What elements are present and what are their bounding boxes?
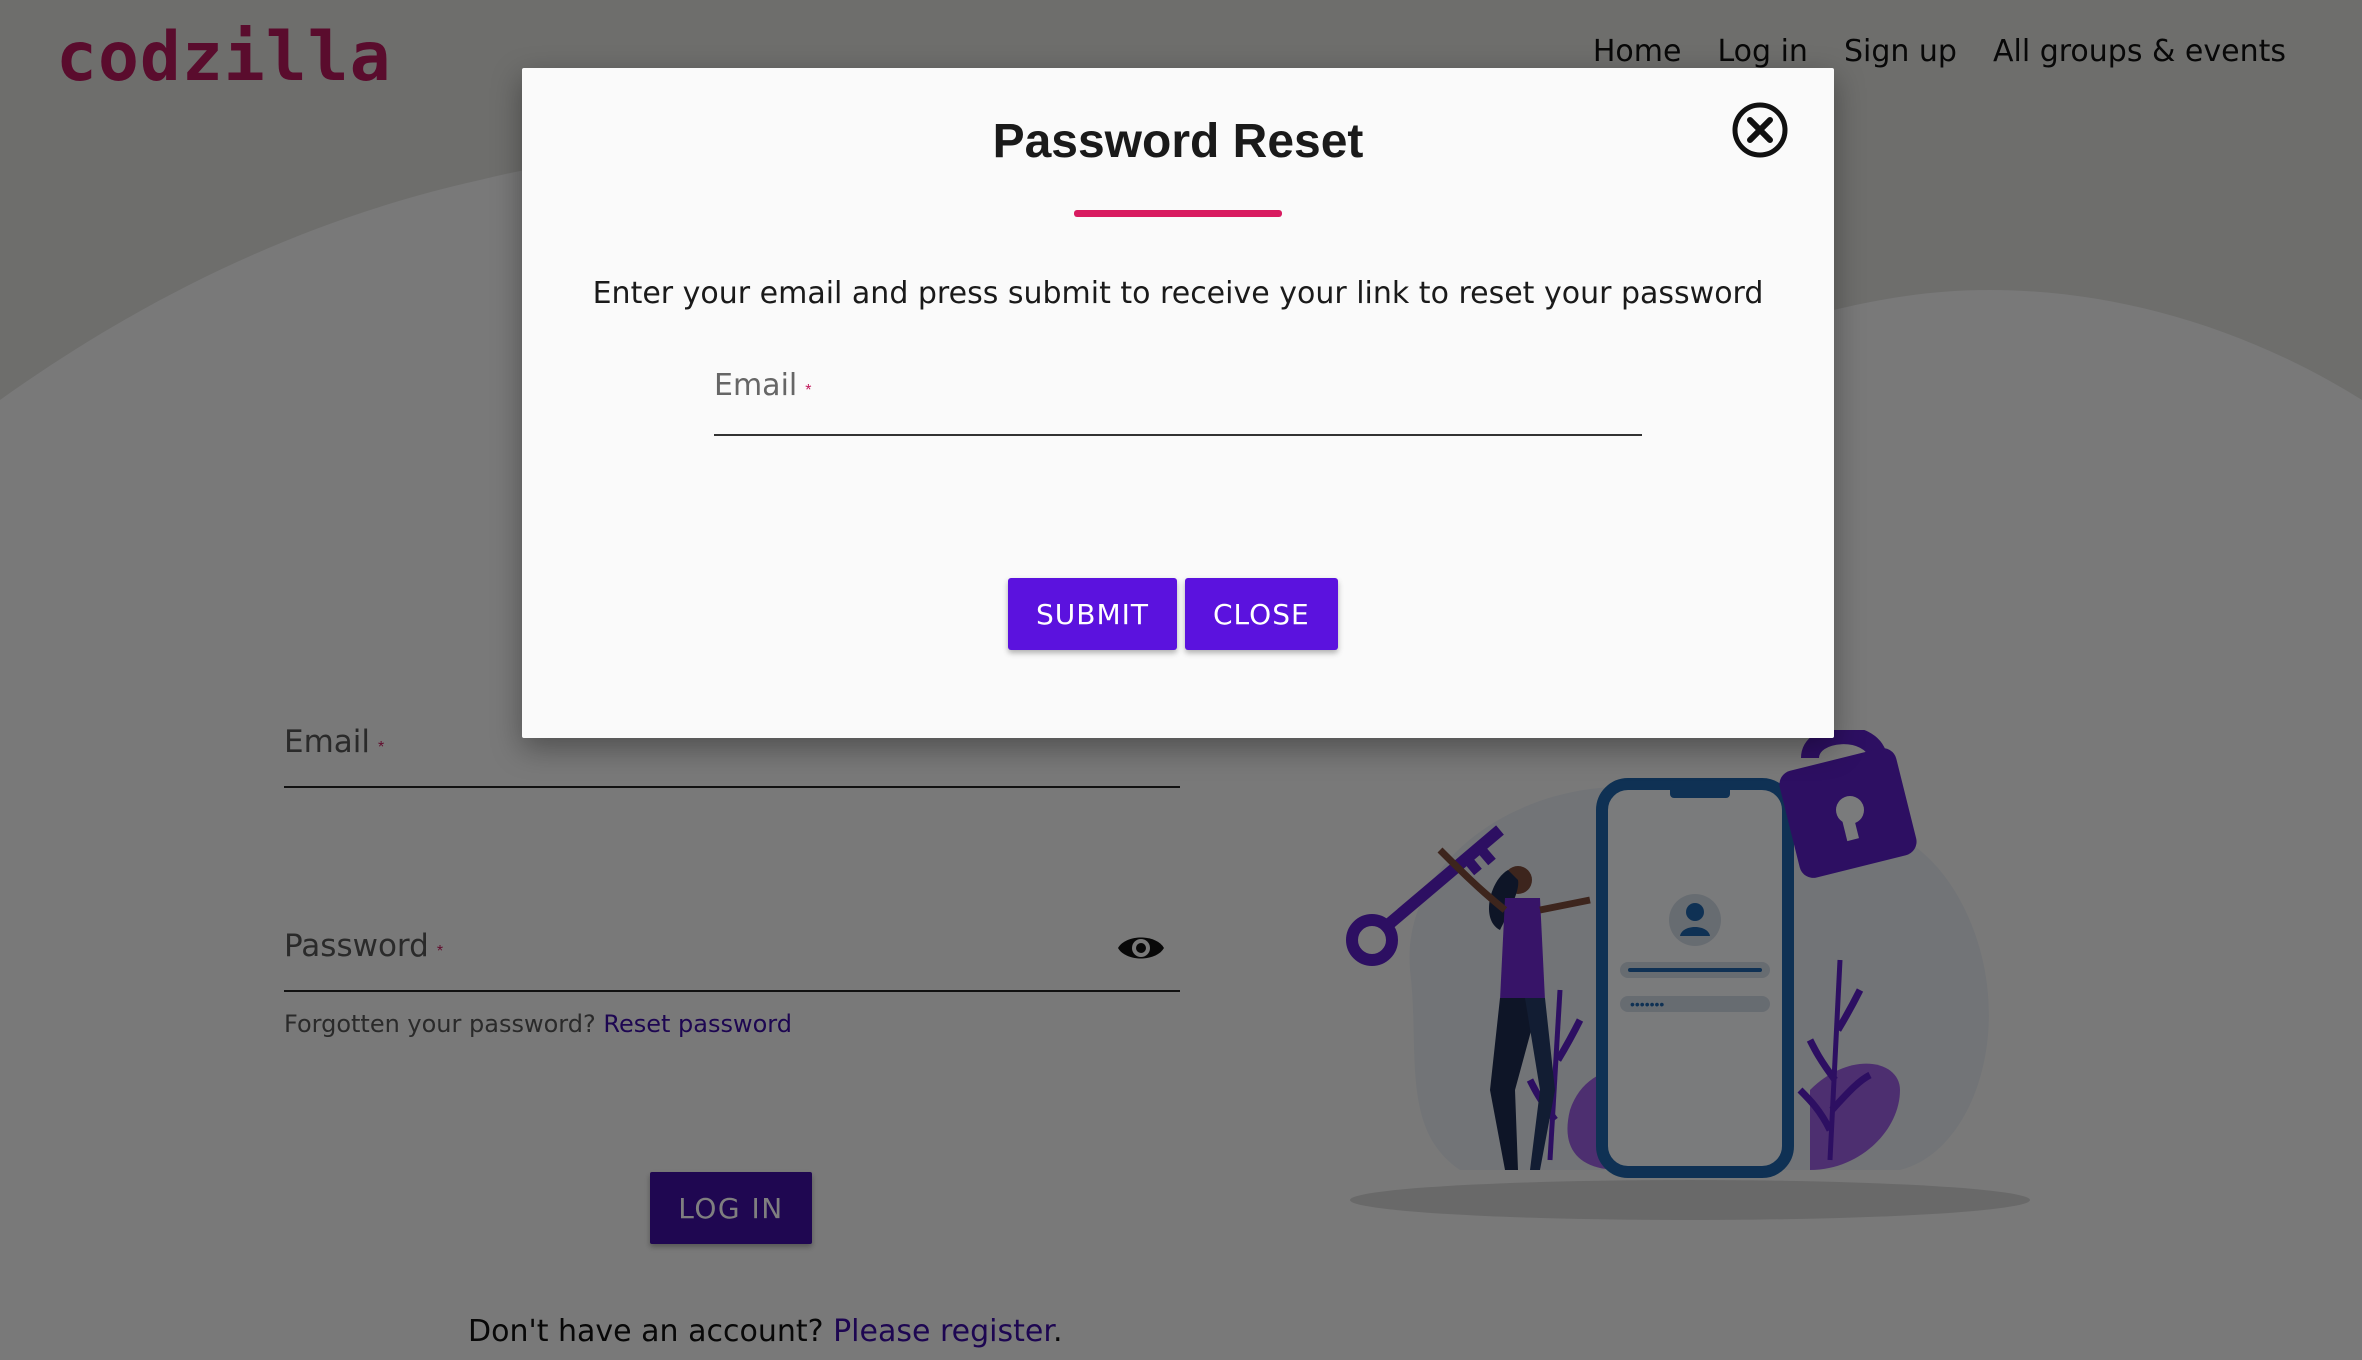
close-circle-icon[interactable] <box>1730 100 1790 160</box>
submit-button[interactable]: SUBMIT <box>1008 578 1177 650</box>
reset-email-input[interactable] <box>714 393 1646 428</box>
modal-title: Password Reset <box>992 115 1364 168</box>
modal-actions: SUBMIT CLOSE <box>1008 578 1338 650</box>
reset-email-field[interactable]: Email * <box>714 368 1646 436</box>
close-button[interactable]: CLOSE <box>1185 578 1338 650</box>
title-underline <box>1074 210 1282 217</box>
password-reset-modal: Password Reset Enter your email and pres… <box>522 68 1834 738</box>
modal-description: Enter your email and press submit to rec… <box>592 276 1764 311</box>
